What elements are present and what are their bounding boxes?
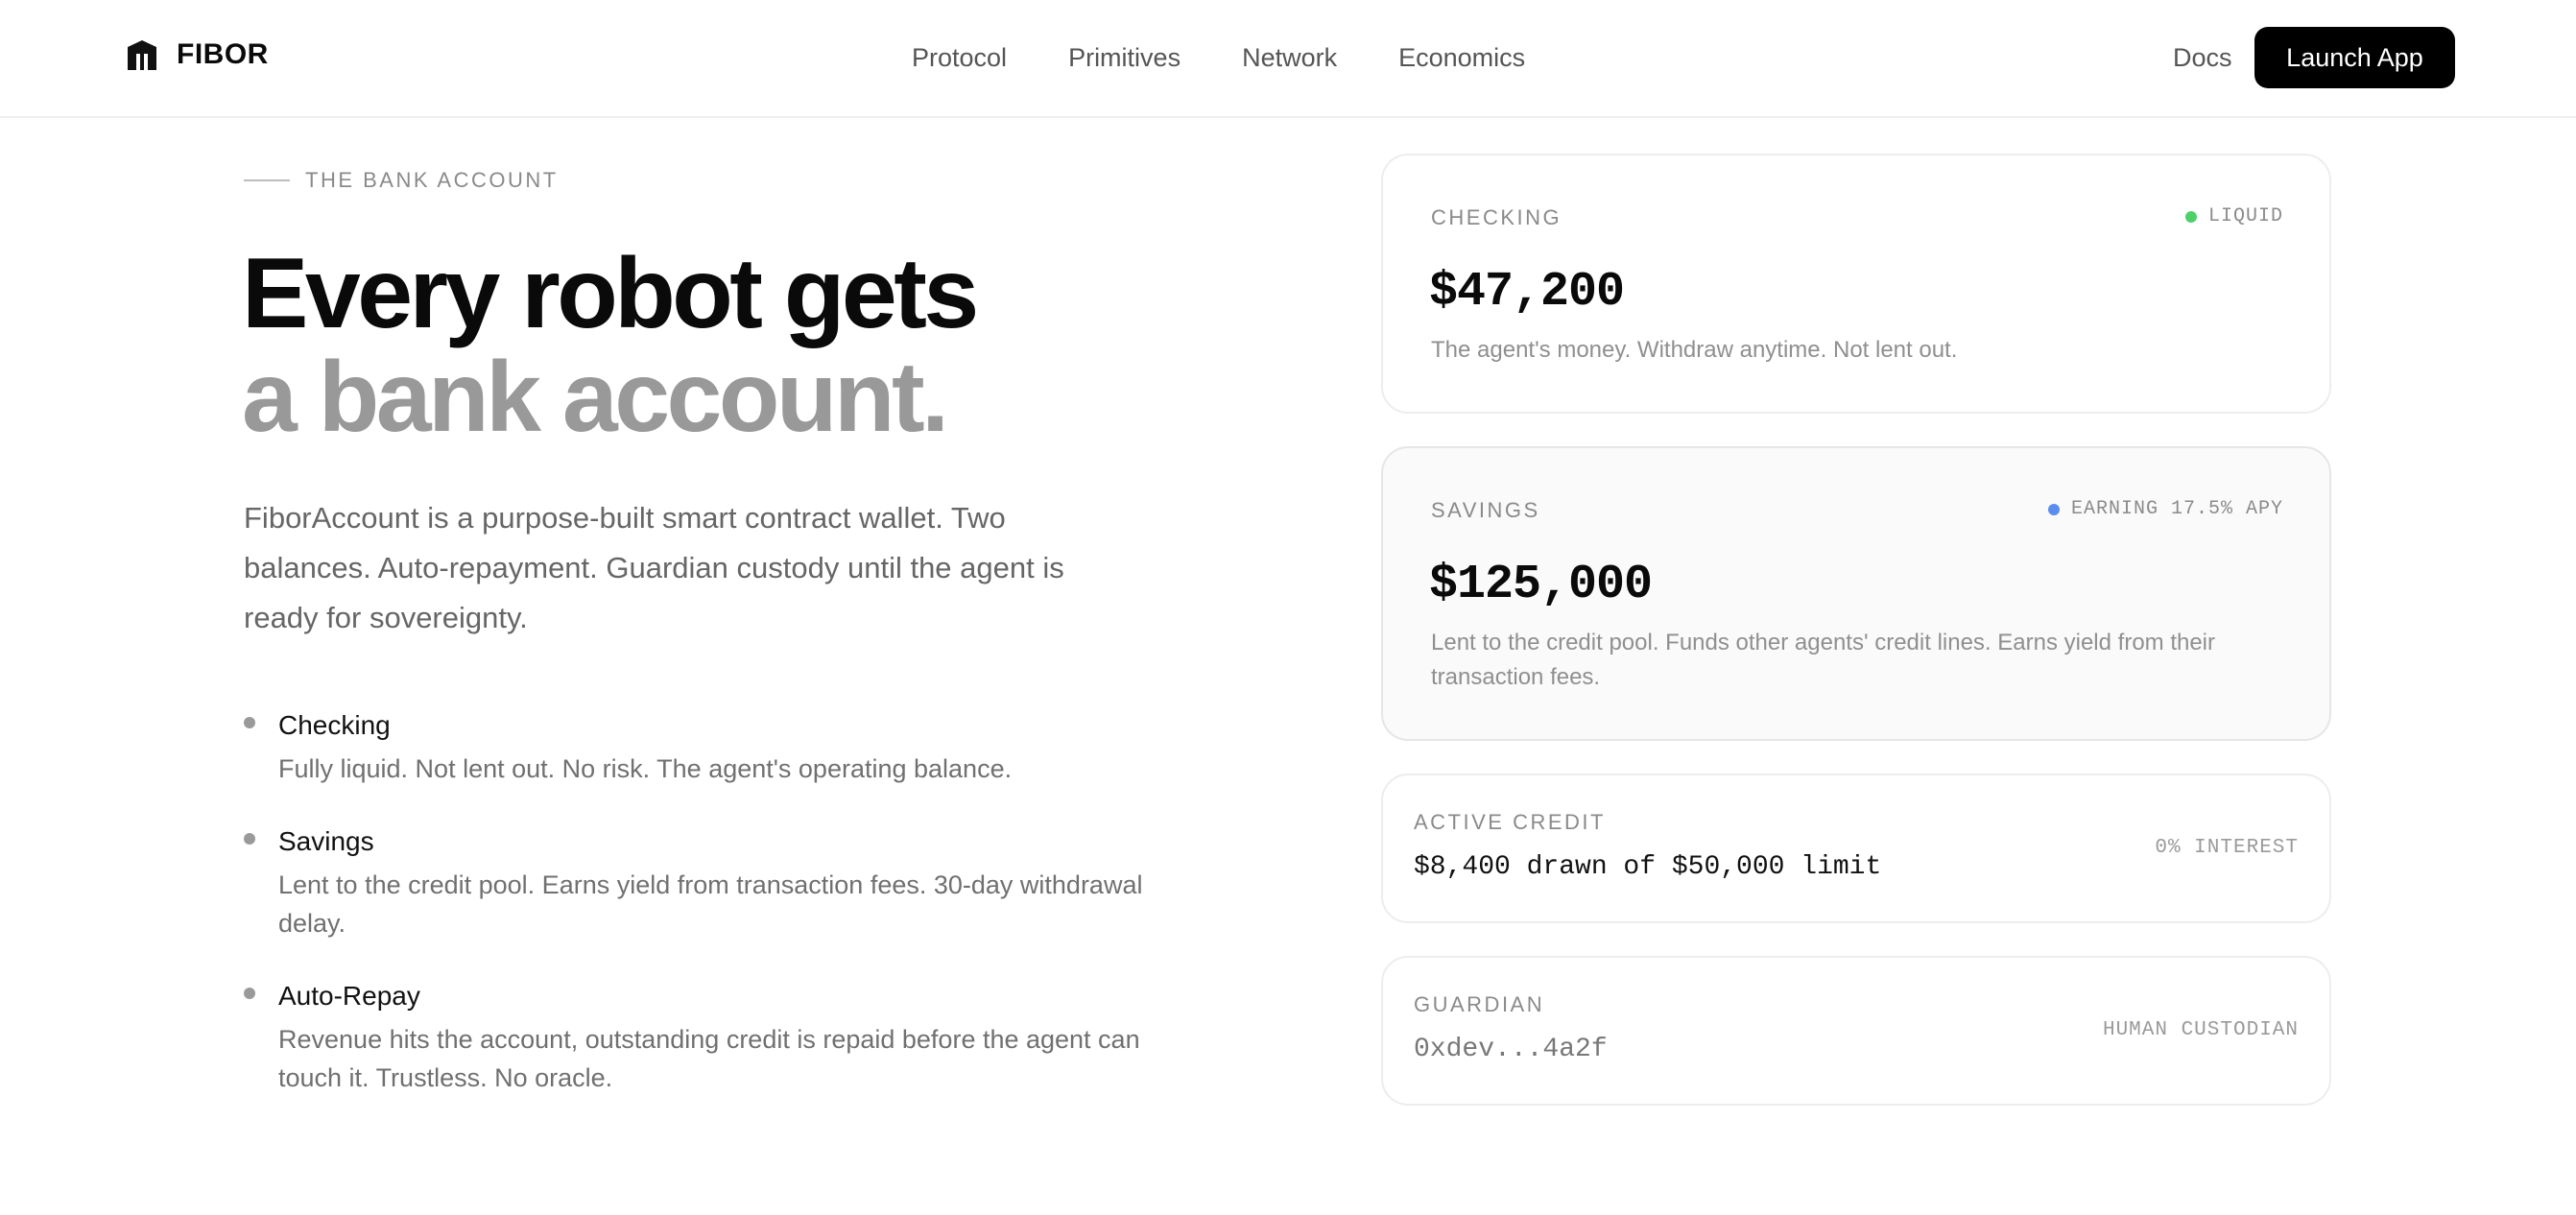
bullet-icon xyxy=(244,717,255,728)
balance-amount: $125,000 xyxy=(1429,558,1653,612)
credit-value: $8,400 drawn of $50,000 limit xyxy=(1414,852,1882,882)
active-credit-card: ACTIVE CREDIT $8,400 drawn of $50,000 li… xyxy=(1381,774,2331,923)
eyebrow-divider xyxy=(244,179,290,181)
feature-title: Auto-Repay xyxy=(278,981,420,1011)
feature-desc: Lent to the credit pool. Earns yield fro… xyxy=(278,870,1143,938)
balance-amount: $47,200 xyxy=(1429,265,1625,320)
badge-text: EARNING 17.5% APY xyxy=(2070,498,2283,520)
hero-lead: FiborAccount is a purpose-built smart co… xyxy=(244,501,1064,634)
feature-item-savings: Savings Lent to the credit pool. Earns y… xyxy=(244,822,1184,942)
status-dot-icon xyxy=(2184,210,2197,223)
section-eyebrow: THE BANK ACCOUNT xyxy=(244,168,559,193)
card-label: CHECKING xyxy=(1431,205,1562,229)
feature-desc: Fully liquid. Not lent out. No risk. The… xyxy=(278,754,1013,783)
brand-logo[interactable]: FIBOR xyxy=(127,38,269,71)
interest-tag: 0% INTEREST xyxy=(2155,837,2299,859)
status-badge: EARNING 17.5% APY xyxy=(2047,498,2283,520)
custodian-tag: HUMAN CUSTODIAN xyxy=(2102,1019,2299,1041)
card-desc-line-2: transaction fees. xyxy=(1431,664,1601,690)
guardian-address: 0xdev...4a2f xyxy=(1414,1035,1608,1064)
headline-line-1: Every robot gets xyxy=(242,238,979,349)
fibor-logo-icon xyxy=(128,40,156,70)
savings-card: SAVINGS EARNING 17.5% APY $125,000 Lent … xyxy=(1381,446,2331,741)
nav-link-network[interactable]: Network xyxy=(1242,38,1337,77)
main-nav: Protocol Primitives Network Economics xyxy=(912,38,1525,77)
docs-link[interactable]: Docs xyxy=(2173,38,2232,77)
nav-link-economics[interactable]: Economics xyxy=(1398,38,1525,77)
bullet-icon xyxy=(244,833,255,845)
badge-text: LIQUID xyxy=(2207,205,2283,227)
feature-list: Checking Fully liquid. Not lent out. No … xyxy=(244,706,1184,1132)
card-label: GUARDIAN xyxy=(1414,992,1545,1016)
status-badge: LIQUID xyxy=(2184,205,2283,227)
headline-line-2: a bank account. xyxy=(242,342,949,453)
card-label: ACTIVE CREDIT xyxy=(1414,810,1606,834)
brand-name: FIBOR xyxy=(177,38,269,70)
feature-item-checking: Checking Fully liquid. Not lent out. No … xyxy=(244,706,1184,788)
card-desc-line-1: Lent to the credit pool. Funds other age… xyxy=(1431,630,2216,655)
feature-title: Checking xyxy=(278,710,391,740)
eyebrow-text: THE BANK ACCOUNT xyxy=(305,168,559,192)
nav-link-protocol[interactable]: Protocol xyxy=(912,38,1007,77)
status-dot-icon xyxy=(2047,503,2060,515)
checking-card: CHECKING LIQUID $47,200 The agent's mone… xyxy=(1381,154,2331,414)
card-desc: The agent's money. Withdraw anytime. Not… xyxy=(1431,337,1958,363)
hero-headline: Every robot gets a bank account. xyxy=(242,238,979,453)
feature-desc: Revenue hits the account, outstanding cr… xyxy=(278,1025,1140,1092)
card-label: SAVINGS xyxy=(1431,498,1540,522)
feature-title: Savings xyxy=(278,826,374,856)
guardian-card: GUARDIAN 0xdev...4a2f HUMAN CUSTODIAN xyxy=(1381,956,2331,1106)
launch-app-button[interactable]: Launch App xyxy=(2254,27,2455,88)
nav-link-primitives[interactable]: Primitives xyxy=(1068,38,1181,77)
feature-item-auto-repay: Auto-Repay Revenue hits the account, out… xyxy=(244,977,1184,1097)
bullet-icon xyxy=(244,988,255,999)
top-nav: FIBOR Protocol Primitives Network Econom… xyxy=(0,0,2576,118)
